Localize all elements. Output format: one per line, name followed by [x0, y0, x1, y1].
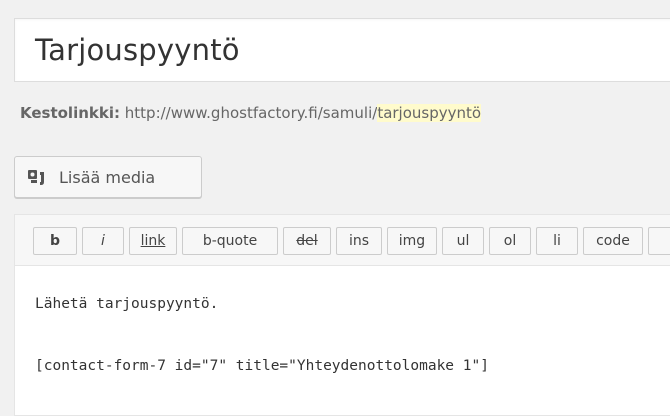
- qt-italic-button[interactable]: i: [82, 227, 124, 255]
- permalink-label: Kestolinkki:: [20, 104, 120, 122]
- qt-li-button[interactable]: li: [536, 227, 578, 255]
- permalink-row: Kestolinkki: http://www.ghostfactory.fi/…: [20, 104, 482, 122]
- quicktags-toolbar: b i link b-quote del ins img ul ol li co…: [14, 214, 670, 266]
- qt-bold-button[interactable]: b: [33, 227, 77, 255]
- qt-link-button[interactable]: link: [129, 227, 177, 255]
- editor-line[interactable]: [contact-form-7 id="7" title="Yhteydenot…: [35, 358, 489, 374]
- qt-img-button[interactable]: img: [387, 227, 437, 255]
- qt-del-button[interactable]: del: [283, 227, 331, 255]
- post-title-field[interactable]: Tarjouspyyntö: [14, 18, 670, 82]
- qt-ins-button[interactable]: ins: [336, 227, 382, 255]
- qt-ol-button[interactable]: ol: [489, 227, 531, 255]
- post-title-text[interactable]: Tarjouspyyntö: [35, 33, 240, 67]
- qt-ul-button[interactable]: ul: [442, 227, 484, 255]
- add-media-label: Lisää media: [59, 167, 156, 187]
- editor-line[interactable]: Lähetä tarjouspyyntö.: [35, 296, 218, 312]
- media-icon: [27, 168, 51, 186]
- permalink-base-url[interactable]: http://www.ghostfactory.fi/samuli/: [125, 104, 378, 122]
- content-editor[interactable]: Lähetä tarjouspyyntö. [contact-form-7 id…: [14, 266, 670, 416]
- qt-code-button[interactable]: code: [583, 227, 643, 255]
- qt-more-button[interactable]: [648, 227, 670, 255]
- qt-blockquote-button[interactable]: b-quote: [182, 227, 278, 255]
- add-media-button[interactable]: Lisää media: [14, 156, 202, 198]
- permalink-slug[interactable]: tarjouspyyntö: [377, 104, 482, 122]
